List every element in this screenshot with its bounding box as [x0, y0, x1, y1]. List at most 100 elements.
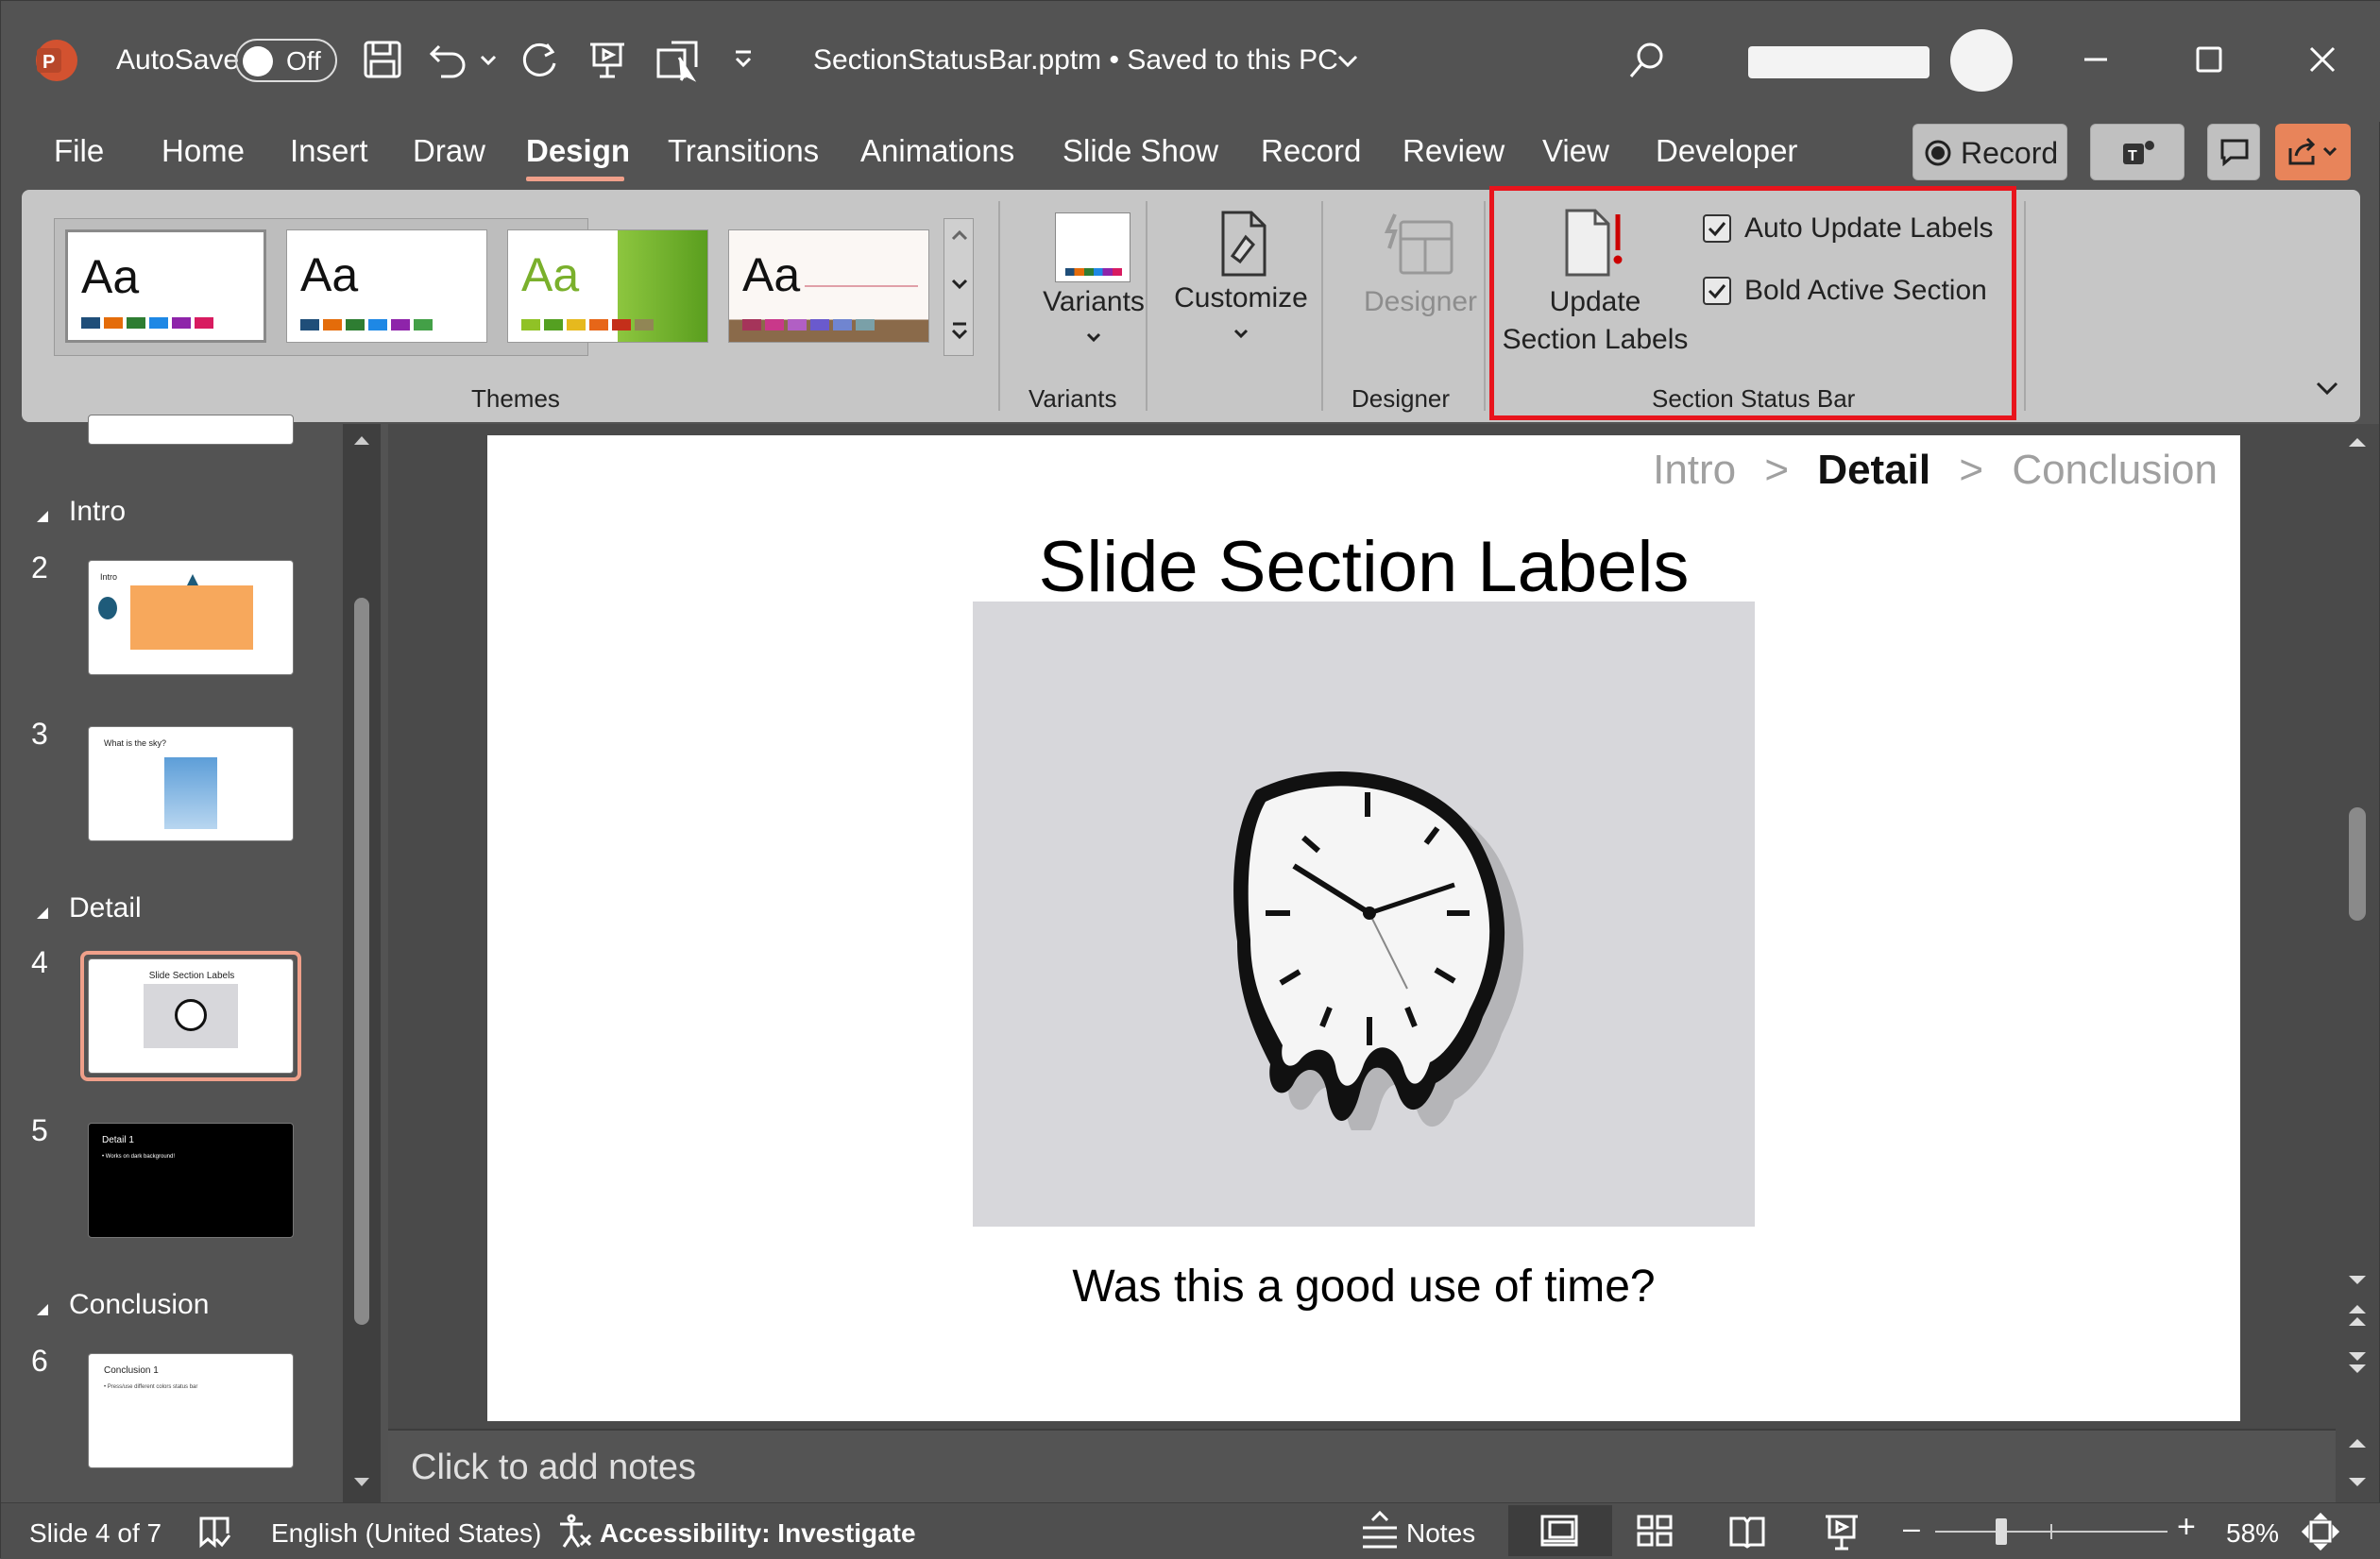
crumb-separator: > — [1959, 447, 1984, 493]
slide-thumbnail-1[interactable] — [88, 415, 294, 445]
zoom-out-icon[interactable]: – — [1903, 1511, 1920, 1546]
thumb-title: Slide Section Labels — [148, 971, 235, 981]
scroll-thumb — [2349, 807, 2366, 921]
maximize-icon[interactable] — [2192, 42, 2226, 76]
tab-record[interactable]: Record — [1261, 133, 1361, 169]
section-conclusion[interactable]: Conclusion — [69, 1289, 209, 1321]
language[interactable]: English (United States) — [271, 1518, 541, 1549]
notes-icon[interactable] — [1361, 1511, 1399, 1552]
record-button[interactable]: Record — [1912, 124, 2067, 180]
tab-insert[interactable]: Insert — [290, 133, 368, 169]
theme-facet[interactable]: Aa — [507, 229, 708, 343]
slide-counter[interactable]: Slide 4 of 7 — [29, 1518, 162, 1549]
save-icon[interactable] — [362, 39, 403, 80]
collapse-section-icon[interactable] — [35, 906, 50, 921]
melting-clock-image[interactable] — [973, 602, 1755, 1227]
tab-slide-show[interactable]: Slide Show — [1062, 133, 1218, 169]
slide-sorter-icon[interactable] — [1637, 1515, 1673, 1549]
undo-dropdown-icon[interactable] — [479, 54, 498, 67]
share-button[interactable] — [2275, 124, 2351, 180]
comments-button[interactable] — [2207, 124, 2260, 180]
accessibility-status[interactable]: Accessibility: Investigate — [600, 1518, 916, 1549]
themes-scroll[interactable] — [944, 218, 974, 356]
theme-office-2[interactable]: Aa — [286, 229, 487, 343]
notes-toggle[interactable]: Notes — [1406, 1518, 1475, 1549]
tab-home[interactable]: Home — [162, 133, 245, 169]
designer-button[interactable]: Designer — [1340, 199, 1501, 369]
slide-thumbnails-pane: Intro 2 Intro 3 What is the sky? Detail … — [1, 415, 388, 1502]
tab-file[interactable]: File — [54, 133, 104, 169]
designer-label: Designer — [1363, 286, 1478, 317]
accessibility-icon[interactable] — [554, 1513, 592, 1551]
customize-button[interactable]: Customize — [1161, 199, 1321, 369]
slide-number: 4 — [31, 945, 48, 979]
share-icon — [2288, 137, 2338, 165]
variants-group-label: Variants — [1028, 384, 1117, 413]
autosave-toggle[interactable]: Off — [235, 39, 337, 82]
spelling-check-icon[interactable] — [197, 1515, 231, 1549]
section-detail[interactable]: Detail — [69, 892, 142, 924]
theme-preview-text: Aa — [521, 248, 580, 301]
tab-view[interactable]: View — [1542, 133, 1609, 169]
theme-office[interactable]: Aa — [65, 229, 266, 343]
collapse-section-icon[interactable] — [35, 1302, 50, 1317]
title-dropdown-icon[interactable] — [1336, 54, 1359, 69]
search-icon[interactable] — [1627, 41, 1667, 80]
zoom-level[interactable]: 58% — [2226, 1518, 2279, 1549]
collapse-section-icon[interactable] — [35, 509, 50, 524]
update-section-labels-button[interactable]: Update Section Labels — [1501, 199, 1690, 365]
auto-update-labels-checkbox[interactable]: Auto Update Labels — [1701, 209, 2013, 250]
slide-title[interactable]: Slide Section Labels — [487, 526, 2240, 608]
document-title[interactable]: SectionStatusBar.pptm • Saved to this PC — [813, 44, 1338, 76]
bold-active-section-checkbox[interactable]: Bold Active Section — [1701, 271, 2013, 313]
tab-transitions[interactable]: Transitions — [668, 133, 819, 169]
avatar[interactable] — [1950, 29, 2013, 92]
redo-icon[interactable] — [518, 39, 560, 80]
ribbon: Aa Aa Aa Aa Themes Variants Variants Cus… — [22, 186, 2360, 422]
scroll-thumb — [354, 598, 369, 1325]
previous-slide-icon — [2349, 1305, 2366, 1326]
tab-design[interactable]: Design — [526, 133, 630, 169]
separator — [1146, 201, 1148, 411]
melting-clock-icon — [1233, 771, 1524, 1130]
slide-thumbnail-5[interactable]: Detail 1 • Works on dark background! — [88, 1123, 294, 1238]
slide-thumbnail-2[interactable]: Intro — [88, 560, 294, 675]
tab-developer[interactable]: Developer — [1656, 133, 1797, 169]
slide-thumbnail-3[interactable]: What is the sky? — [88, 726, 294, 841]
slide-scrollbar[interactable] — [2336, 424, 2379, 1502]
theme-preview-text: Aa — [81, 250, 140, 303]
fit-to-window-icon[interactable] — [2302, 1513, 2339, 1551]
teams-button[interactable]: T — [2090, 124, 2184, 180]
undo-icon[interactable] — [428, 39, 469, 80]
slideshow-view-icon[interactable] — [1824, 1513, 1860, 1551]
thumbnails-scrollbar[interactable] — [343, 424, 381, 1502]
tab-animations[interactable]: Animations — [860, 133, 1014, 169]
autosave-label: AutoSave — [116, 44, 240, 76]
notes-pane[interactable]: Click to add notes — [388, 1429, 2336, 1502]
slide-thumbnail-6[interactable]: Conclusion 1 • Press/use different color… — [88, 1353, 294, 1468]
account-name[interactable] — [1748, 46, 1930, 78]
variants-button[interactable]: Variants — [1034, 199, 1153, 369]
collapse-ribbon-icon[interactable] — [2315, 381, 2339, 396]
theme-wood[interactable]: Aa — [728, 229, 929, 343]
zoom-slider-thumb[interactable] — [1996, 1518, 2007, 1545]
slide-caption[interactable]: Was this a good use of time? — [487, 1261, 2240, 1313]
slide-thumbnail-4[interactable]: Slide Section Labels — [88, 958, 294, 1074]
tab-review[interactable]: Review — [1402, 133, 1504, 169]
reading-view-icon[interactable] — [1729, 1515, 1765, 1549]
tab-draw[interactable]: Draw — [413, 133, 485, 169]
scroll-down-icon — [354, 1478, 369, 1486]
customize-toolbar-icon[interactable] — [732, 48, 755, 71]
section-intro[interactable]: Intro — [69, 496, 126, 528]
slide-canvas[interactable]: Intro > Detail > Conclusion Slide Sectio… — [487, 435, 2240, 1421]
close-icon[interactable] — [2305, 42, 2339, 76]
scroll-up-icon — [951, 229, 968, 241]
start-slideshow-icon[interactable] — [586, 39, 628, 80]
separator — [998, 201, 1000, 411]
chevron-down-icon — [1086, 332, 1101, 343]
normal-view-button[interactable] — [1508, 1505, 1612, 1556]
from-beginning-icon[interactable] — [654, 39, 702, 82]
minimize-icon[interactable] — [2079, 42, 2113, 76]
zoom-in-icon[interactable]: + — [2177, 1509, 2196, 1546]
section-breadcrumb[interactable]: Intro > Detail > Conclusion — [1653, 447, 2218, 494]
